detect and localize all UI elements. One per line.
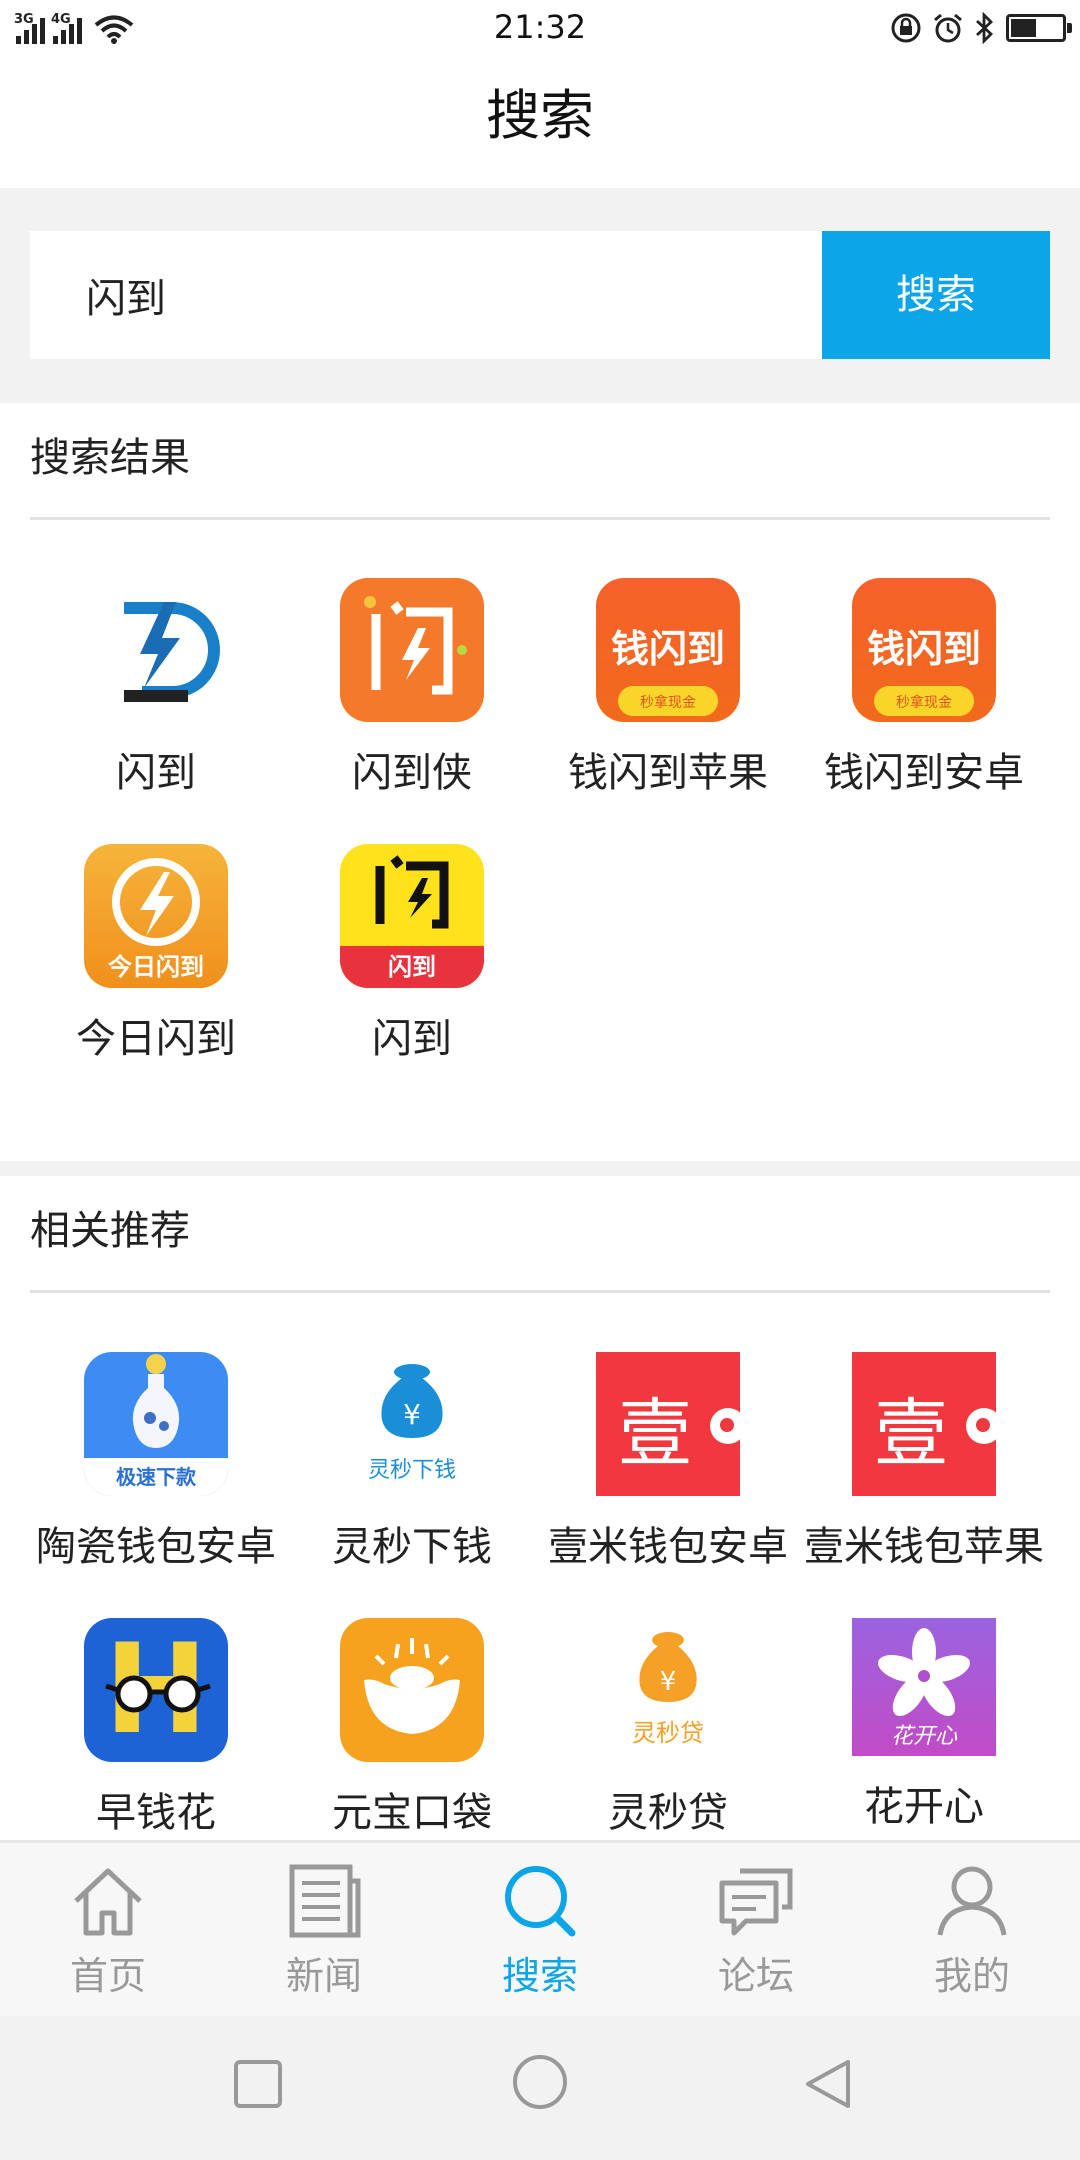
app-icon-zaoqianhua: H [84, 1618, 228, 1762]
app-icon-lingmiaodai: ¥ 灵秒贷 [596, 1618, 740, 1762]
app-name: 早钱花 [96, 1790, 216, 1836]
recommend-section: 相关推荐 极速下款 陶瓷钱包安卓 ¥ 灵秒下钱 灵秒下钱 壹 壹米钱包安卓 壹 … [0, 1176, 1080, 1840]
app-icon-yimi: 壹 [596, 1352, 740, 1496]
app-item[interactable]: 钱闪到 秒拿现金 钱闪到苹果 [540, 578, 796, 798]
tab-label: 我的 [933, 1954, 1010, 1998]
back-triangle-icon[interactable] [800, 2056, 856, 2112]
app-item[interactable]: 壹 壹米钱包苹果 [796, 1352, 1052, 1572]
app-icon-lingmiao: ¥ 灵秒下钱 [340, 1352, 484, 1496]
search-area: 搜索 [0, 188, 1080, 403]
tab-label: 新闻 [285, 1954, 362, 1998]
app-name: 壹米钱包安卓 [548, 1524, 788, 1570]
app-name: 元宝口袋 [332, 1790, 492, 1836]
tab-forum[interactable]: 论坛 [648, 1843, 864, 2019]
app-item[interactable]: 极速下款 陶瓷钱包安卓 [28, 1352, 284, 1572]
tab-home[interactable]: 首页 [0, 1843, 216, 2019]
app-item[interactable]: 闪到 [28, 578, 284, 798]
app-item[interactable]: ¥ 灵秒下钱 灵秒下钱 [284, 1352, 540, 1572]
app-item[interactable]: 壹 壹米钱包安卓 [540, 1352, 796, 1572]
recent-apps-icon[interactable] [230, 2056, 286, 2112]
app-item[interactable]: 钱闪到 秒拿现金 钱闪到安卓 [796, 578, 1052, 798]
divider [30, 517, 1050, 520]
status-right [890, 10, 1072, 46]
app-name: 闪到侠 [352, 750, 472, 796]
app-item[interactable]: 花开心 花开心 [796, 1618, 1052, 1832]
app-name: 壹米钱包苹果 [804, 1524, 1044, 1570]
tab-news[interactable]: 新闻 [216, 1843, 432, 2019]
app-icon-shandao-yellow: 闪到 [340, 844, 484, 988]
battery-icon [1006, 14, 1072, 42]
forum-icon [719, 1868, 793, 1936]
app-icon-huakaixin: 花开心 [852, 1618, 996, 1756]
app-item[interactable]: 元宝口袋 [284, 1618, 540, 1838]
system-nav-bar [0, 2016, 1080, 2160]
app-name: 今日闪到 [76, 1016, 236, 1062]
search-results-title: 搜索结果 [30, 435, 190, 481]
app-icon-shandaoxia [340, 578, 484, 722]
tab-label: 搜索 [501, 1954, 578, 1998]
lock-rotation-icon [891, 13, 921, 43]
home-circle-icon[interactable] [510, 2052, 570, 2112]
news-icon [289, 1864, 361, 1938]
app-name: 闪到 [116, 750, 196, 796]
app-item[interactable]: H 早钱花 [28, 1618, 284, 1838]
app-name: 灵秒下钱 [332, 1524, 492, 1570]
app-icon-yuanbao [340, 1618, 484, 1762]
tab-label: 首页 [69, 1954, 146, 1998]
profile-icon [937, 1866, 1007, 1936]
tab-profile[interactable]: 我的 [864, 1843, 1080, 2019]
home-icon [74, 1868, 142, 1936]
app-icon-qianshandao: 钱闪到 秒拿现金 [852, 578, 996, 722]
app-name: 灵秒贷 [608, 1790, 728, 1836]
alarm-icon [934, 13, 962, 43]
app-icon-jinrishandao: 今日闪到 [84, 844, 228, 988]
svg-text:¥: ¥ [660, 1667, 677, 1697]
divider [30, 1290, 1050, 1293]
app-item[interactable]: 闪到 闪到 [284, 844, 540, 1064]
search-input[interactable] [30, 231, 822, 359]
search-button[interactable]: 搜索 [822, 231, 1050, 359]
tab-label: 论坛 [717, 1954, 794, 1998]
tab-search[interactable]: 搜索 [432, 1843, 648, 2019]
app-item[interactable]: 闪到侠 [284, 578, 540, 798]
recommend-title: 相关推荐 [30, 1208, 190, 1254]
bottom-tab-bar: 首页 新闻 搜索 论坛 我的 [0, 1840, 1080, 2016]
status-bar: 3G 4G 21:32 [0, 0, 1080, 56]
search-box[interactable] [30, 231, 822, 359]
bluetooth-icon [976, 12, 994, 44]
app-icon-shandao [84, 578, 228, 722]
app-name: 钱闪到安卓 [824, 750, 1024, 796]
app-icon-taoci: 极速下款 [84, 1352, 228, 1496]
page-title: 搜索 [486, 84, 594, 147]
app-name: 钱闪到苹果 [568, 750, 768, 796]
search-results-section: 搜索结果 闪到 闪到侠 钱闪到 秒拿现金 钱闪到苹果 钱闪到 秒拿现金 钱闪到安… [0, 403, 1080, 1161]
app-name: 闪到 [372, 1016, 452, 1062]
app-name: 陶瓷钱包安卓 [36, 1524, 276, 1570]
app-icon-yimi: 壹 [852, 1352, 996, 1496]
app-icon-qianshandao: 钱闪到 秒拿现金 [596, 578, 740, 722]
header: 搜索 [0, 56, 1080, 188]
app-item[interactable]: 今日闪到 今日闪到 [28, 844, 284, 1064]
search-icon [505, 1866, 576, 1937]
app-name: 花开心 [864, 1784, 984, 1830]
svg-text:¥: ¥ [403, 1398, 421, 1431]
app-item[interactable]: ¥ 灵秒贷 灵秒贷 [540, 1618, 796, 1838]
